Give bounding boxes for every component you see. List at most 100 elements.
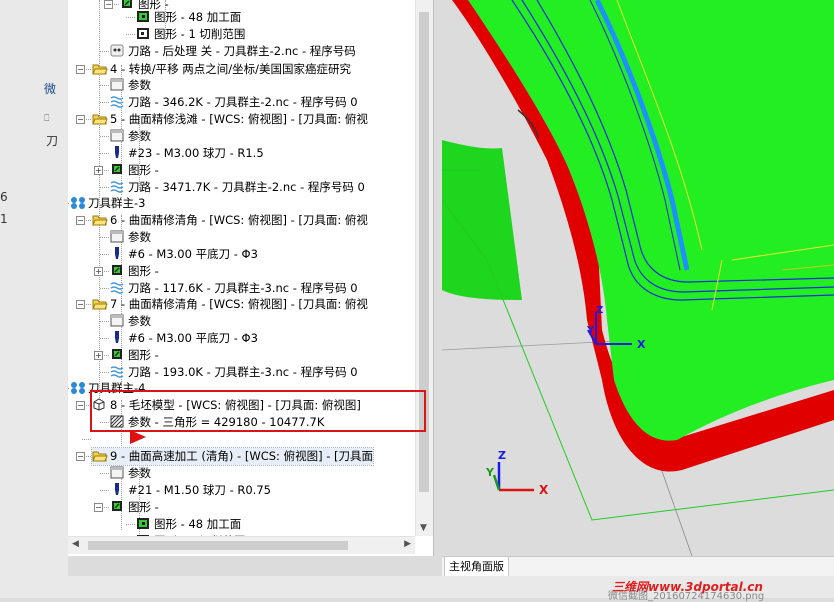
geometry-boundary-icon <box>136 27 150 40</box>
tree-guide-line <box>100 321 109 322</box>
horizontal-scrollbar[interactable]: ◀ ▶ <box>68 536 415 554</box>
collapse-toggle-icon[interactable]: − <box>76 216 85 225</box>
watermark-filename: 微信截图_20160724174630.png <box>608 591 765 602</box>
expand-toggle-icon[interactable]: + <box>94 351 103 360</box>
tree-row-label: 参数 <box>128 466 151 481</box>
tree-guide-line <box>100 490 109 491</box>
geometry-surface-icon <box>136 10 150 23</box>
tree-row-label: 刀路 - 3471.7K - 刀具群主-2.nc - 程序号码 0 <box>128 180 365 195</box>
scroll-left-arrow-icon[interactable]: ◀ <box>72 539 79 549</box>
tree-guide-line <box>100 473 109 474</box>
collapse-toggle-icon[interactable]: − <box>76 65 85 74</box>
tree-guide-line <box>126 17 135 18</box>
collapse-toggle-icon[interactable]: − <box>76 401 85 410</box>
axis-z-label: Z <box>596 305 603 316</box>
tree-row[interactable]: 刀路 - 后处理 关 - 刀具群主-2.nc - 程序号码 <box>110 43 356 60</box>
graphics-viewport[interactable]: X Z Y X Z Y <box>442 0 834 556</box>
tree-row-label: #21 - M1.50 球刀 - R0.75 <box>128 483 271 498</box>
tree-row-label: 刀具群主-3 <box>88 196 146 211</box>
tree-row[interactable]: − 5 - 曲面精修浅滩 - [WCS: 俯视图] - [刀具面: 俯视 <box>76 111 368 128</box>
axis-x-label: X <box>637 338 646 351</box>
tree-row[interactable]: 图形 - 1 切削范围 <box>136 26 245 43</box>
tool-icon <box>110 247 124 260</box>
tree-row[interactable]: 参数 <box>110 229 151 246</box>
tree-row[interactable]: − 9 - 曲面高速加工 (清角) - [WCS: 俯视图] - [刀具面 <box>76 447 375 466</box>
model-view[interactable]: X Z Y X Z Y <box>442 0 834 556</box>
toolpath-icon <box>110 180 124 193</box>
tree-row[interactable]: + 图形 - <box>94 347 159 364</box>
tree-guide-line <box>100 338 109 339</box>
tree-row-label: #6 - M3.00 平底刀 - Φ3 <box>128 247 258 262</box>
tree-row[interactable]: 参数 <box>110 313 151 330</box>
tree-guide-line <box>100 372 109 373</box>
tree-row[interactable]: − 4 - 转换/平移 两点之间/坐标/美国国家癌症研究 <box>76 61 351 78</box>
parameters-icon <box>110 78 124 91</box>
tree-row[interactable]: − 7 - 曲面精修清角 - [WCS: 俯视图] - [刀具面: 俯视 <box>76 296 368 313</box>
tree-row[interactable]: − 6 - 曲面精修清角 - [WCS: 俯视图] - [刀具面: 俯视 <box>76 212 368 229</box>
tree-guide-line <box>100 85 109 86</box>
tree-row[interactable]: + 图形 - <box>94 162 159 179</box>
tree-row[interactable]: −刀具群主-3 <box>70 195 145 212</box>
collapse-toggle-icon[interactable]: − <box>76 300 85 309</box>
collapse-toggle-icon[interactable]: − <box>94 503 103 512</box>
tree-guide-line <box>100 153 109 154</box>
axis-x-label: X <box>539 483 549 497</box>
tree-row[interactable]: #6 - M3.00 平底刀 - Φ3 <box>110 330 258 347</box>
background-text-fragment: 微 <box>44 82 57 96</box>
collapse-toggle-icon[interactable]: − <box>76 115 85 124</box>
tree-row[interactable]: 参数 <box>110 77 151 94</box>
collapse-toggle-icon[interactable]: − <box>76 452 85 461</box>
axis-y-label: Y <box>485 466 495 479</box>
highlight-annotation-box <box>90 390 426 432</box>
tree-row-label: 刀路 - 346.2K - 刀具群主-2.nc - 程序号码 0 <box>128 95 358 110</box>
axis-z-label: Z <box>498 449 506 462</box>
toolpath-off-icon <box>110 44 124 57</box>
tree-row[interactable]: 参数 <box>110 465 151 482</box>
expand-toggle-icon[interactable]: + <box>94 267 103 276</box>
tree-row-label: 参数 <box>128 230 151 245</box>
tree-row-label: 图形 - <box>128 348 159 363</box>
tree-guide-line <box>100 51 109 52</box>
tree-row[interactable]: 图形 - 48 加工面 <box>136 9 241 26</box>
background-window-strip <box>0 0 68 598</box>
tree-row[interactable]: 参数 <box>110 128 151 145</box>
scroll-down-arrow-icon[interactable]: ▼ <box>420 523 427 533</box>
geometry-icon <box>110 500 124 513</box>
tree-row-label: 图形 - <box>128 264 159 279</box>
tab-main-viewsheet[interactable]: 主视角面版 <box>444 557 509 577</box>
operations-tree[interactable]: − 图形 - 图形 - 48 加工面 图形 - 1 切削范围 刀路 - 后处理 关 - … <box>68 0 415 536</box>
tool-icon <box>110 146 124 159</box>
tree-row[interactable]: + 图形 - <box>94 263 159 280</box>
tree-row-label: 刀路 - 后处理 关 - 刀具群主-2.nc - 程序号码 <box>128 44 356 59</box>
tree-row[interactable]: 图形 - 48 加工面 <box>136 516 241 533</box>
tree-guide-line <box>100 136 109 137</box>
tree-row[interactable]: − 图形 - <box>94 499 159 516</box>
tree-row[interactable]: 刀路 - 346.2K - 刀具群主-2.nc - 程序号码 0 <box>110 94 358 111</box>
collapse-toggle-icon[interactable]: − <box>104 0 113 9</box>
operation-folder-icon <box>92 62 108 75</box>
tree-guide-line <box>100 288 109 289</box>
tree-row[interactable]: 刀路 - 3471.7K - 刀具群主-2.nc - 程序号码 0 <box>110 179 365 196</box>
background-text-fragment: ⎕ <box>44 114 50 124</box>
tree-row[interactable]: #21 - M1.50 球刀 - R0.75 <box>110 482 271 499</box>
tool-icon <box>110 331 124 344</box>
tool-icon <box>110 483 124 496</box>
horizontal-scroll-thumb[interactable] <box>88 541 348 550</box>
expand-toggle-icon[interactable]: + <box>94 166 103 175</box>
tree-guide-line <box>126 524 135 525</box>
operation-folder-icon <box>92 297 108 310</box>
tree-guide-line <box>68 388 69 389</box>
tree-row[interactable]: #6 - M3.00 平底刀 - Φ3 <box>110 246 258 263</box>
vertical-scrollbar[interactable]: ▼ <box>415 0 433 536</box>
parameters-icon <box>110 230 124 243</box>
background-text-fragment: 1 <box>0 212 8 226</box>
tree-row-label: 6 - 曲面精修清角 - [WCS: 俯视图] - [刀具面: 俯视 <box>110 213 368 228</box>
tree-row[interactable]: 刀路 - 117.6K - 刀具群主-3.nc - 程序号码 0 <box>110 280 358 297</box>
scroll-right-arrow-icon[interactable]: ▶ <box>404 539 411 549</box>
toolpath-icon <box>110 281 124 294</box>
parameters-icon <box>110 129 124 142</box>
tree-row[interactable]: 刀路 - 193.0K - 刀具群主-3.nc - 程序号码 0 <box>110 364 358 381</box>
tree-row-label: 图形 - 1 切削范围 <box>154 27 246 42</box>
tree-row[interactable]: #23 - M3.00 球刀 - R1.5 <box>110 145 264 162</box>
tree-row-label: 刀路 - 193.0K - 刀具群主-3.nc - 程序号码 0 <box>128 365 358 380</box>
